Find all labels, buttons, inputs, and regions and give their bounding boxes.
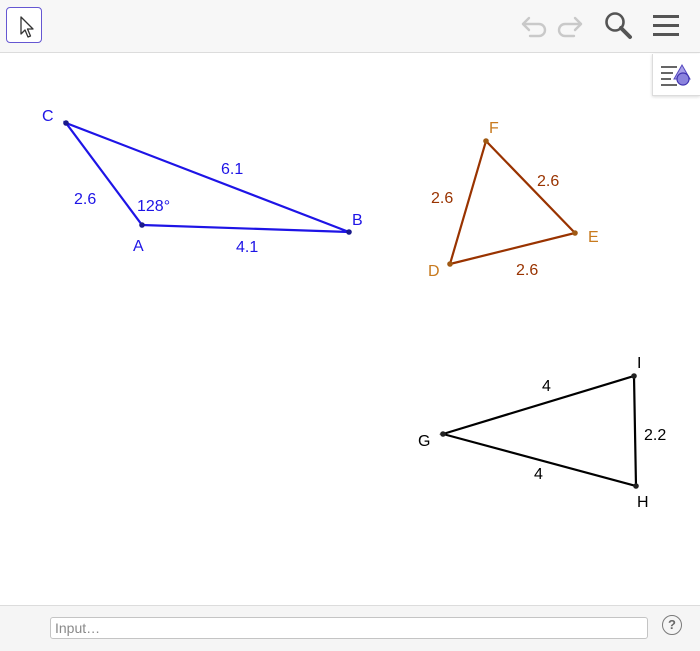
point-d[interactable] bbox=[447, 261, 453, 267]
label-i: I bbox=[637, 355, 641, 372]
style-bar-toggle-icon bbox=[661, 63, 691, 86]
triangle-def[interactable]: D E F 2.6 2.6 2.6 bbox=[428, 120, 599, 280]
point-h[interactable] bbox=[633, 483, 639, 489]
point-e[interactable] bbox=[572, 230, 578, 236]
point-c[interactable] bbox=[63, 120, 69, 126]
triangle-abc[interactable]: A B C 6.1 2.6 4.1 128° bbox=[42, 108, 363, 256]
undo-icon bbox=[521, 16, 547, 38]
triangle-ghi[interactable]: G H I 4 4 2.2 bbox=[418, 355, 666, 511]
point-i[interactable] bbox=[631, 373, 637, 379]
length-gi: 4 bbox=[542, 378, 551, 395]
length-gh: 4 bbox=[534, 466, 543, 483]
move-arrow-icon bbox=[20, 16, 34, 38]
style-bar-toggle-button[interactable] bbox=[652, 54, 700, 96]
main-menu-button[interactable] bbox=[650, 10, 682, 42]
move-tool-button[interactable] bbox=[6, 7, 42, 43]
angle-a-measure: 128° bbox=[137, 198, 170, 215]
input-bar bbox=[0, 605, 700, 651]
undo-button[interactable] bbox=[518, 10, 550, 42]
length-hi: 2.2 bbox=[644, 427, 666, 444]
redo-button[interactable] bbox=[554, 10, 586, 42]
menu-icon bbox=[653, 15, 679, 36]
length-fe: 2.6 bbox=[537, 173, 559, 190]
algebra-input-field[interactable] bbox=[50, 617, 648, 639]
point-b[interactable] bbox=[346, 229, 352, 235]
label-a: A bbox=[133, 238, 144, 255]
label-b: B bbox=[352, 212, 363, 229]
length-df: 2.6 bbox=[431, 190, 453, 207]
label-e: E bbox=[588, 229, 599, 246]
label-c: C bbox=[42, 108, 54, 125]
length-bc: 6.1 bbox=[221, 161, 243, 178]
triangle-abc-outline[interactable] bbox=[62, 120, 350, 234]
search-icon bbox=[605, 12, 632, 39]
help-icon[interactable]: ? bbox=[662, 615, 682, 635]
graphics-view[interactable]: A B C 6.1 2.6 4.1 128° D E F 2.6 2.6 2.6… bbox=[0, 53, 700, 605]
point-a[interactable] bbox=[139, 222, 145, 228]
redo-icon bbox=[557, 16, 583, 38]
label-g: G bbox=[418, 433, 430, 450]
point-g[interactable] bbox=[440, 431, 446, 437]
search-button[interactable] bbox=[602, 10, 634, 42]
label-f: F bbox=[489, 120, 499, 137]
point-f[interactable] bbox=[483, 138, 489, 144]
label-d: D bbox=[428, 263, 440, 280]
length-de: 2.6 bbox=[516, 262, 538, 279]
length-ac: 2.6 bbox=[74, 191, 96, 208]
toolbar bbox=[0, 0, 700, 53]
triangle-def-outline[interactable] bbox=[448, 138, 578, 266]
label-h: H bbox=[637, 494, 649, 511]
length-ab: 4.1 bbox=[236, 239, 258, 256]
